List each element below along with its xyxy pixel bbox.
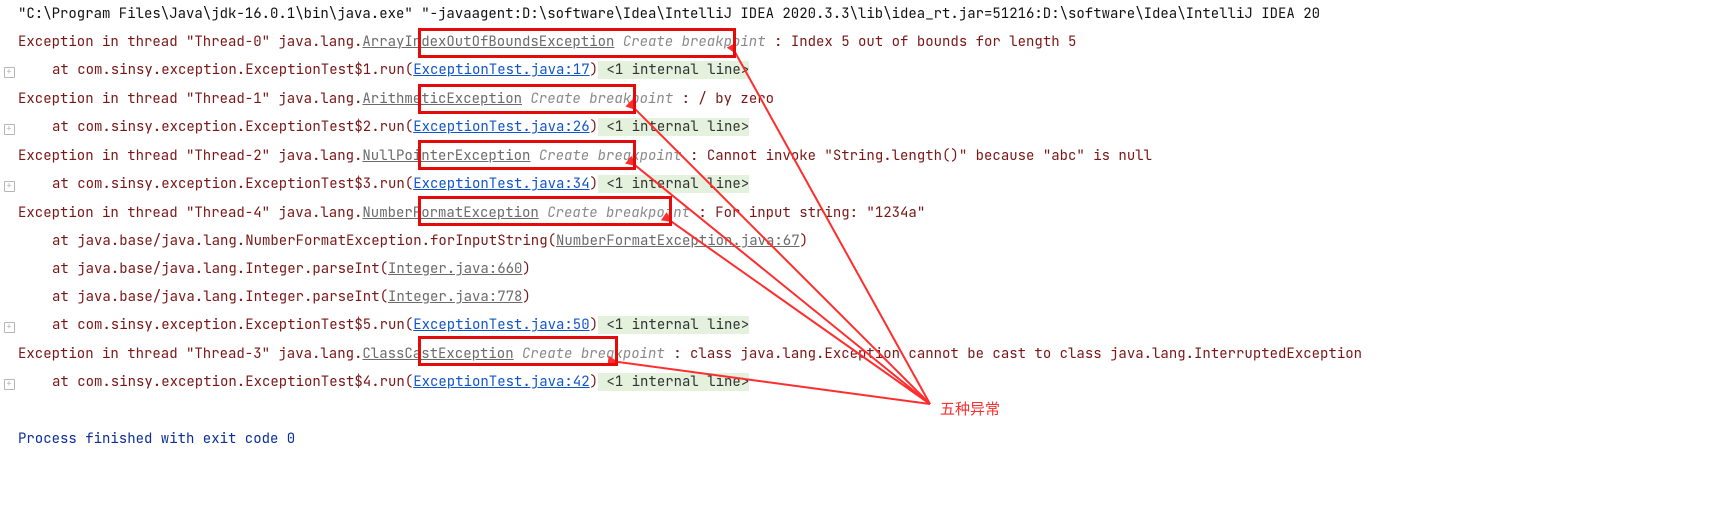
source-link[interactable]: Integer.java:660 <box>388 260 522 278</box>
exception-message: : class java.lang.Exception cannot be ca… <box>665 345 1362 363</box>
source-link[interactable]: ExceptionTest.java:34 <box>413 175 589 193</box>
exception-header: Exception in thread "Thread-1" java.lang… <box>18 90 362 108</box>
source-link[interactable]: ExceptionTest.java:42 <box>413 373 589 391</box>
source-link[interactable]: NumberFormatException.java:67 <box>556 232 800 250</box>
exception-class-link[interactable]: ArrayIndexOutOfBoundsException <box>362 33 614 51</box>
exception-header: Exception in thread "Thread-3" java.lang… <box>18 345 362 363</box>
stack-frame: at java.base/java.lang.Integer.parseInt( <box>52 260 388 278</box>
expand-icon[interactable]: + <box>0 57 18 85</box>
stack-frame: at com.sinsy.exception.ExceptionTest$5.r… <box>52 316 413 334</box>
exception-class-link[interactable]: NumberFormatException <box>362 204 538 222</box>
stack-frame: at com.sinsy.exception.ExceptionTest$1.r… <box>52 61 413 79</box>
stack-frame: at com.sinsy.exception.ExceptionTest$4.r… <box>52 373 413 391</box>
exception-header: Exception in thread "Thread-4" java.lang… <box>18 204 362 222</box>
exception-class-link[interactable]: ClassCastException <box>362 345 513 363</box>
exception-header: Exception in thread "Thread-2" java.lang… <box>18 147 362 165</box>
command-line: "C:\Program Files\Java\jdk-16.0.1\bin\ja… <box>18 0 1714 28</box>
source-link[interactable]: ExceptionTest.java:50 <box>413 316 589 334</box>
internal-lines-badge: <1 internal line> <box>598 316 749 334</box>
console-output: "C:\Program Files\Java\jdk-16.0.1\bin\ja… <box>0 0 1714 463</box>
stack-frame: at com.sinsy.exception.ExceptionTest$3.r… <box>52 175 413 193</box>
process-finished: Process finished with exit code 0 <box>18 425 1714 453</box>
internal-lines-badge: <1 internal line> <box>598 373 749 391</box>
create-breakpoint-link[interactable]: Create breakpoint <box>623 33 766 51</box>
stack-frame: at java.base/java.lang.NumberFormatExcep… <box>52 232 556 250</box>
expand-icon[interactable]: + <box>0 369 18 397</box>
internal-lines-badge: <1 internal line> <box>598 118 749 136</box>
stack-frame: at com.sinsy.exception.ExceptionTest$2.r… <box>52 118 413 136</box>
source-link[interactable]: ExceptionTest.java:17 <box>413 61 589 79</box>
exception-message: : Index 5 out of bounds for length 5 <box>774 33 1076 51</box>
create-breakpoint-link[interactable]: Create breakpoint <box>530 90 673 108</box>
internal-lines-badge: <1 internal line> <box>598 175 749 193</box>
exception-message: : For input string: "1234a" <box>690 204 925 222</box>
internal-lines-badge: <1 internal line> <box>598 61 749 79</box>
stack-frame: at java.base/java.lang.Integer.parseInt( <box>52 288 388 306</box>
exception-header: Exception in thread "Thread-0" java.lang… <box>18 33 362 51</box>
expand-icon[interactable]: + <box>0 312 18 340</box>
create-breakpoint-link[interactable]: Create breakpoint <box>522 345 665 363</box>
source-link[interactable]: ExceptionTest.java:26 <box>413 118 589 136</box>
exception-class-link[interactable]: NullPointerException <box>362 147 530 165</box>
expand-icon[interactable]: + <box>0 171 18 199</box>
exception-message: : Cannot invoke "String.length()" becaus… <box>682 147 1152 165</box>
source-link[interactable]: Integer.java:778 <box>388 288 522 306</box>
annotation-label: 五种异常 <box>940 396 1000 424</box>
exception-class-link[interactable]: ArithmeticException <box>362 90 522 108</box>
create-breakpoint-link[interactable]: Create breakpoint <box>539 147 682 165</box>
exception-message: : / by zero <box>673 90 774 108</box>
expand-icon[interactable]: + <box>0 114 18 142</box>
create-breakpoint-link[interactable]: Create breakpoint <box>547 204 690 222</box>
